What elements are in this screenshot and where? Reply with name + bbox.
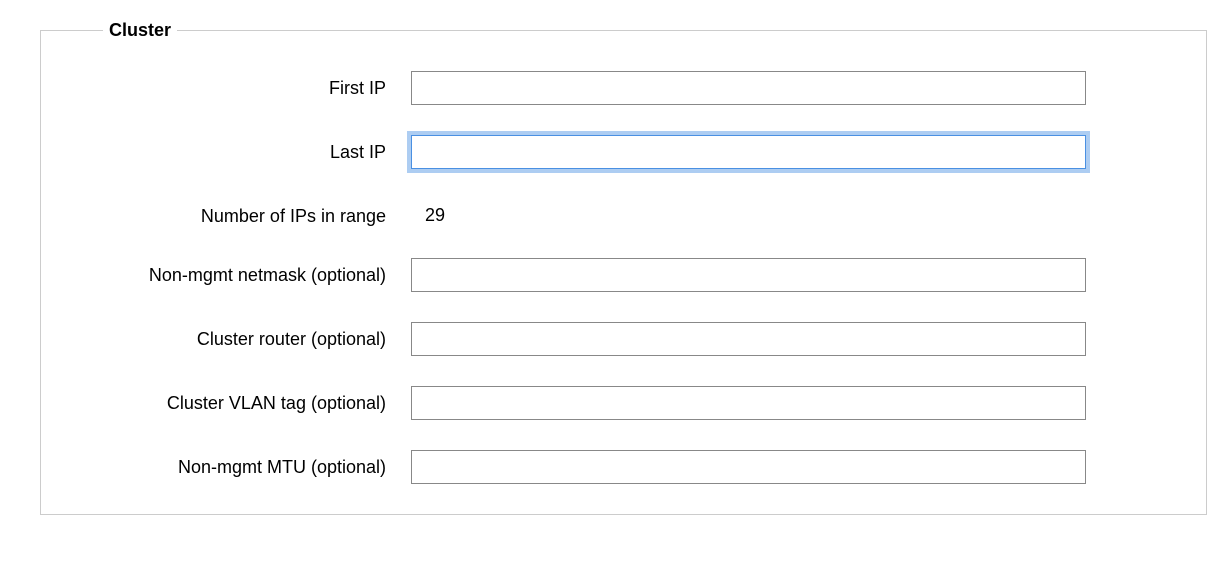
cluster-legend: Cluster — [103, 20, 177, 41]
last-ip-value-col — [411, 135, 1086, 169]
first-ip-value-col — [411, 71, 1086, 105]
last-ip-label: Last IP — [81, 135, 411, 164]
non-mgmt-mtu-label: Non-mgmt MTU (optional) — [81, 450, 411, 479]
num-ips-value-col: 29 — [411, 199, 1086, 226]
non-mgmt-mtu-row: Non-mgmt MTU (optional) — [81, 450, 1086, 484]
cluster-vlan-tag-value-col — [411, 386, 1086, 420]
cluster-vlan-tag-row: Cluster VLAN tag (optional) — [81, 386, 1086, 420]
first-ip-input[interactable] — [411, 71, 1086, 105]
non-mgmt-mtu-input[interactable] — [411, 450, 1086, 484]
non-mgmt-netmask-input[interactable] — [411, 258, 1086, 292]
cluster-router-row: Cluster router (optional) — [81, 322, 1086, 356]
num-ips-row: Number of IPs in range 29 — [81, 199, 1086, 228]
first-ip-label: First IP — [81, 71, 411, 100]
cluster-router-input[interactable] — [411, 322, 1086, 356]
non-mgmt-netmask-label: Non-mgmt netmask (optional) — [81, 258, 411, 287]
cluster-vlan-tag-label: Cluster VLAN tag (optional) — [81, 386, 411, 415]
num-ips-value: 29 — [411, 199, 445, 226]
last-ip-row: Last IP — [81, 135, 1086, 169]
first-ip-row: First IP — [81, 71, 1086, 105]
cluster-router-label: Cluster router (optional) — [81, 322, 411, 351]
cluster-vlan-tag-input[interactable] — [411, 386, 1086, 420]
cluster-router-value-col — [411, 322, 1086, 356]
non-mgmt-mtu-value-col — [411, 450, 1086, 484]
non-mgmt-netmask-row: Non-mgmt netmask (optional) — [81, 258, 1086, 292]
non-mgmt-netmask-value-col — [411, 258, 1086, 292]
last-ip-input[interactable] — [411, 135, 1086, 169]
num-ips-label: Number of IPs in range — [81, 199, 411, 228]
cluster-fieldset: Cluster First IP Last IP Number of IPs i… — [40, 20, 1207, 515]
